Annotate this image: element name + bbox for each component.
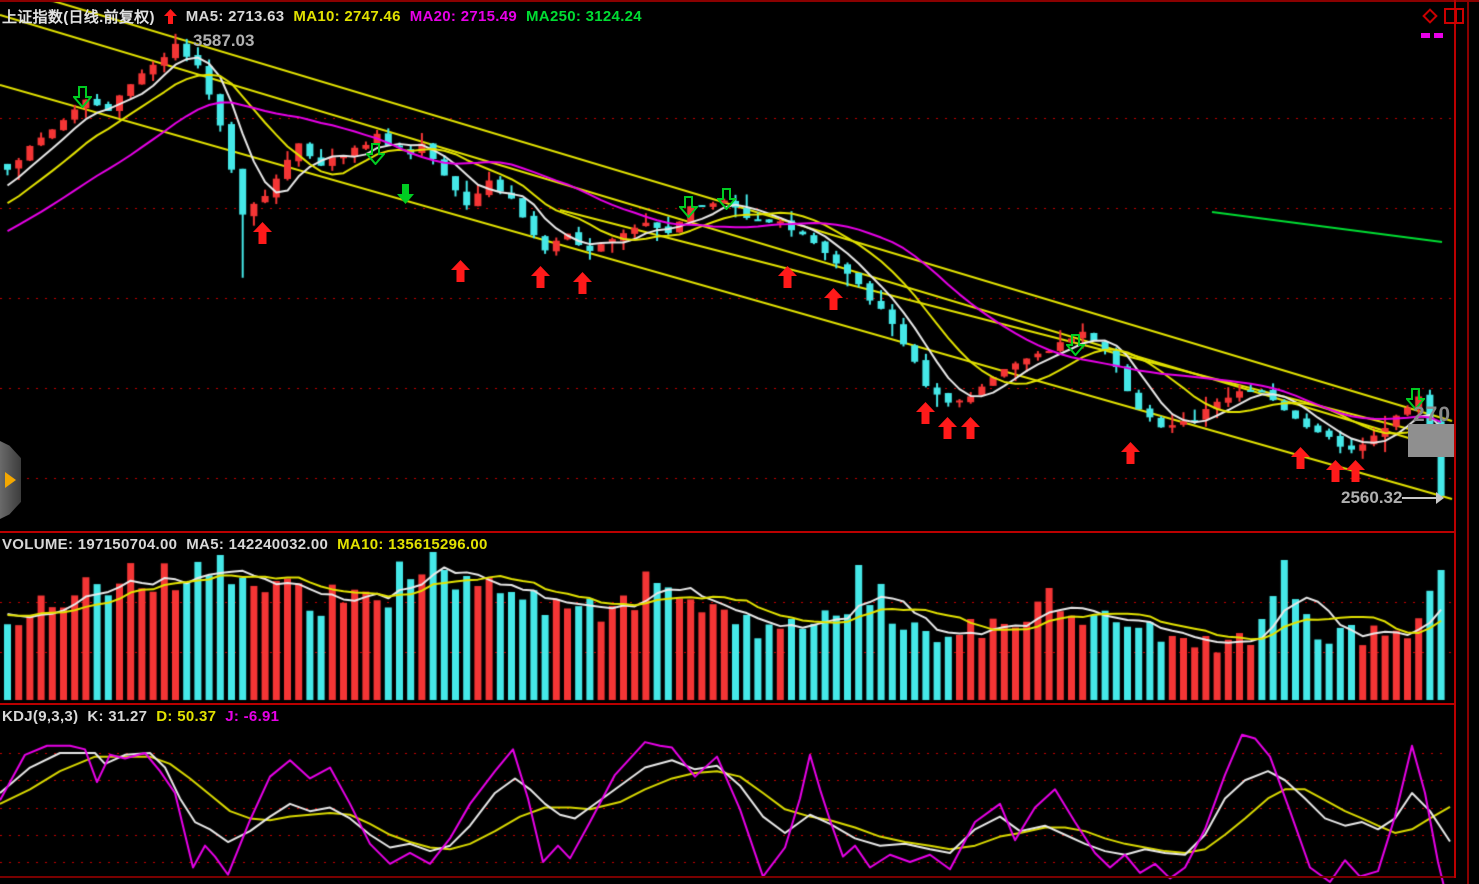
sell-signal-hollow-arrow xyxy=(366,143,385,165)
buy-signal-arrow xyxy=(1346,460,1365,482)
buy-signal-arrow xyxy=(1121,442,1140,464)
ma10-value-label: MA10: 2747.46 xyxy=(293,8,400,25)
magenta-marker-left xyxy=(1421,33,1430,38)
volume-ma5-value-label: MA5: 142240032.00 xyxy=(186,536,328,553)
kdj-chart-canvas[interactable] xyxy=(0,705,1455,884)
volume-ma10-value-label: MA10: 135615296.00 xyxy=(337,536,488,553)
instrument-title[interactable]: 上证指数(日线.前复权) xyxy=(2,6,155,27)
sell-signal-hollow-arrow xyxy=(73,86,92,108)
buy-signal-arrow xyxy=(916,402,935,424)
price-up-arrow-icon xyxy=(164,9,177,24)
magenta-marker-right xyxy=(1434,33,1443,38)
kdj-indicator-name[interactable]: KDJ(9,3,3) xyxy=(2,708,78,725)
buy-signal-arrow xyxy=(253,222,272,244)
buy-signal-arrow xyxy=(778,266,797,288)
buy-signal-arrow xyxy=(1291,447,1310,469)
chart-right-border xyxy=(1454,0,1456,878)
buy-signal-arrow xyxy=(1326,460,1345,482)
signal-arrow-layer xyxy=(0,0,1479,532)
stock-app-window: { "window": {"width": 1479, "height": 88… xyxy=(0,0,1479,884)
kdj-bottom-border xyxy=(0,876,1455,878)
kdj-k-value-label: K: 31.27 xyxy=(87,708,147,725)
volume-panel-separator xyxy=(0,531,1455,533)
window-top-border xyxy=(0,0,1479,2)
buy-signal-arrow xyxy=(938,417,957,439)
diamond-tool-icon[interactable] xyxy=(1420,6,1440,26)
sell-signal-arrow xyxy=(396,183,415,205)
kdj-j-value-label: J: -6.91 xyxy=(225,708,279,725)
window-right-border xyxy=(1467,0,1469,884)
ma250-value-label: MA250: 3124.24 xyxy=(526,8,642,25)
last-low-price-label: 2560.32 xyxy=(1341,488,1402,508)
price-pointer-arrow xyxy=(1402,491,1444,505)
volume-value-label: VOLUME: 197150704.00 xyxy=(2,536,177,553)
expand-arrow-icon xyxy=(5,472,16,488)
sell-signal-hollow-arrow xyxy=(717,188,736,210)
buy-signal-arrow xyxy=(451,260,470,282)
sell-signal-hollow-arrow xyxy=(679,196,698,218)
buy-signal-arrow xyxy=(824,288,843,310)
kdj-panel-separator xyxy=(0,703,1455,705)
sell-signal-hollow-arrow xyxy=(1066,334,1085,356)
peak-price-label: 3587.03 xyxy=(193,31,254,51)
buy-signal-arrow xyxy=(961,417,980,439)
ma5-value-label: MA5: 2713.63 xyxy=(186,8,285,25)
ma20-value-label: MA20: 2715.49 xyxy=(410,8,517,25)
right-axis-price-box xyxy=(1408,424,1454,457)
restore-window-icon[interactable] xyxy=(1444,6,1466,26)
buy-signal-arrow xyxy=(531,266,550,288)
buy-signal-arrow xyxy=(573,272,592,294)
kdj-d-value-label: D: 50.37 xyxy=(156,708,216,725)
volume-chart-canvas[interactable] xyxy=(0,533,1455,704)
